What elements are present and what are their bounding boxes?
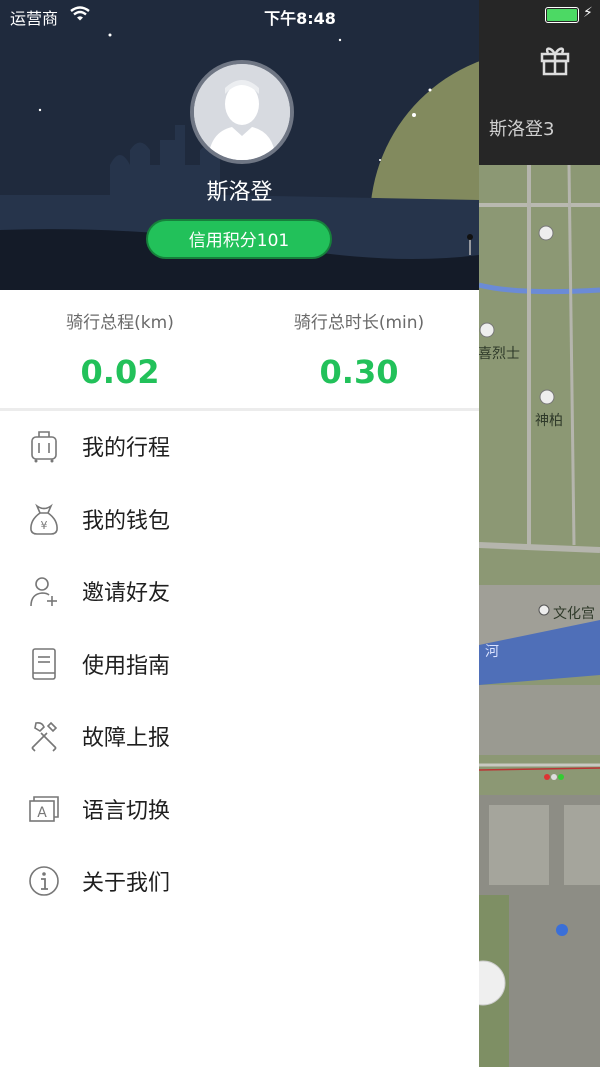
menu-item-label: 故障上报 bbox=[82, 726, 171, 752]
add-user-icon bbox=[27, 574, 61, 608]
tools-icon bbox=[27, 719, 61, 753]
menu-item-invite-friends[interactable]: 邀请好友 bbox=[0, 555, 479, 628]
charging-icon: ⚡ bbox=[583, 5, 593, 21]
credit-score-button[interactable]: 信用积分101 bbox=[146, 219, 332, 259]
menu-item-label: 关于我们 bbox=[82, 871, 171, 897]
menu-item-label: 邀请好友 bbox=[82, 581, 171, 607]
svg-text:A: A bbox=[37, 805, 47, 821]
menu-item-my-trips[interactable]: 我的行程 bbox=[0, 410, 479, 483]
menu-item-report-fault[interactable]: 故障上报 bbox=[0, 700, 479, 773]
battery-icon bbox=[545, 7, 579, 23]
menu-item-label: 使用指南 bbox=[82, 653, 171, 679]
svg-text:¥: ¥ bbox=[41, 519, 48, 532]
menu-item-about-us[interactable]: 关于我们 bbox=[0, 845, 479, 918]
drawer-menu: 我的行程 ¥ 我的钱包 邀请好友 使用指南 故障上报 A 语言切换 关于我们 bbox=[0, 410, 479, 918]
map-label: 文化宫 bbox=[553, 606, 595, 622]
info-icon bbox=[27, 864, 61, 898]
stat-label: 骑行总时长(min) bbox=[293, 313, 425, 333]
stat-total-duration: 骑行总时长(min) 0.30 bbox=[239, 290, 479, 391]
clock: 下午8:48 bbox=[264, 9, 336, 28]
menu-item-label: 我的钱包 bbox=[82, 508, 171, 534]
profile-name: 斯洛登 bbox=[206, 180, 273, 205]
menu-item-label: 我的行程 bbox=[82, 436, 171, 462]
side-drawer: 斯洛登 信用积分101 骑行总程(km) 0.02 骑行总时长(min) 0.3… bbox=[0, 0, 479, 1067]
language-icon: A bbox=[27, 792, 61, 826]
menu-item-language[interactable]: A 语言切换 bbox=[0, 773, 479, 846]
ride-stats: 骑行总程(km) 0.02 骑行总时长(min) 0.30 bbox=[0, 290, 479, 411]
map-label: 喜烈士 bbox=[478, 346, 520, 362]
gift-icon[interactable] bbox=[540, 44, 570, 76]
menu-item-label: 语言切换 bbox=[82, 798, 171, 824]
status-bar: 运营商 下午8:48 ⚡ bbox=[0, 0, 600, 30]
luggage-icon bbox=[27, 429, 61, 463]
menu-item-user-guide[interactable]: 使用指南 bbox=[0, 628, 479, 701]
map-label: 河 bbox=[485, 644, 499, 660]
money-bag-icon: ¥ bbox=[27, 502, 61, 536]
stat-total-distance: 骑行总程(km) 0.02 bbox=[0, 290, 240, 391]
book-icon bbox=[27, 647, 61, 681]
profile-header: 斯洛登 信用积分101 bbox=[0, 0, 479, 290]
menu-item-my-wallet[interactable]: ¥ 我的钱包 bbox=[0, 483, 479, 556]
stat-value: 0.02 bbox=[80, 353, 160, 391]
stat-label: 骑行总程(km) bbox=[66, 313, 174, 333]
avatar[interactable] bbox=[190, 60, 294, 164]
stat-value: 0.30 bbox=[319, 353, 399, 391]
user-silhouette-icon bbox=[194, 64, 290, 160]
map-label: 神柏 bbox=[535, 413, 563, 429]
background-username: 斯洛登3 bbox=[489, 119, 555, 140]
